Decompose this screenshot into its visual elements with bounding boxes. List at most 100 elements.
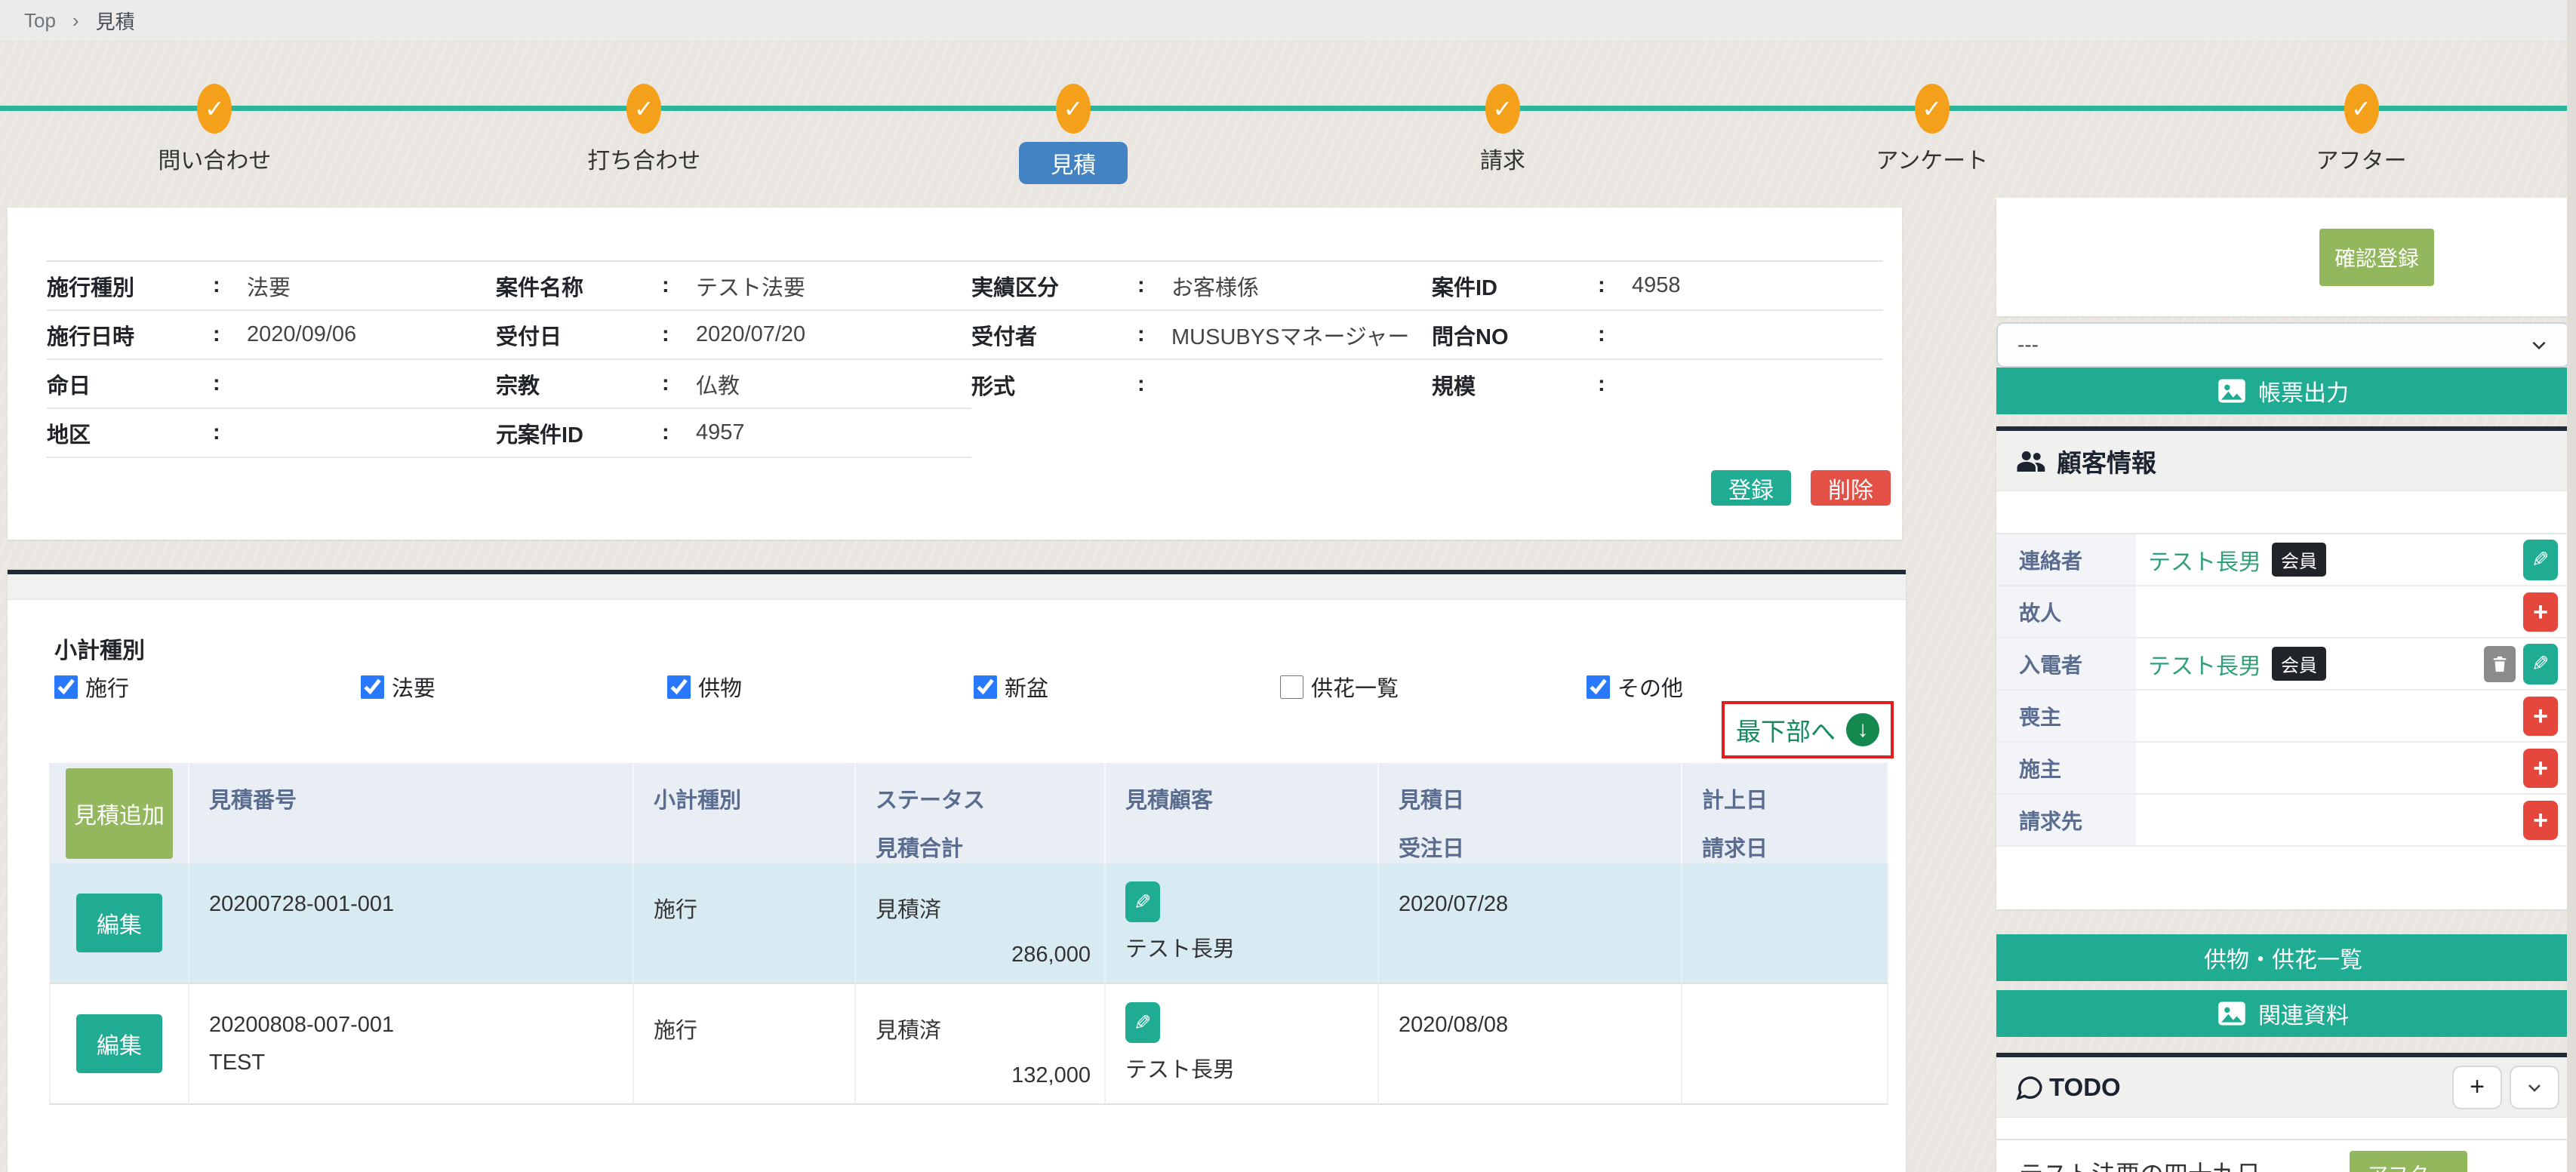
filter-niibon-checkbox[interactable] (974, 675, 997, 699)
subtotal-type-title: 小計種別 (54, 638, 145, 663)
filter-offerings[interactable]: 供物 (667, 671, 974, 703)
after-badge: アフター (2350, 1151, 2467, 1172)
step-label: 問い合わせ (158, 149, 272, 174)
customer-info-panel: 顧客情報 連絡者 テスト長男 会員 故人 + 入電者 (1996, 426, 2570, 909)
related-documents-button[interactable]: 関連資料 (1996, 990, 2570, 1037)
member-badge: 会員 (2272, 647, 2326, 681)
todo-add-button[interactable]: + (2452, 1065, 2502, 1109)
add-patron-button[interactable]: + (2523, 748, 2558, 788)
estimates-panel-header (8, 574, 1906, 600)
filter-label: その他 (1617, 677, 1684, 701)
field-case-id: 案件ID:4958 (1432, 262, 1883, 311)
breadcrumb-current: 見積 (95, 10, 135, 33)
step-meeting[interactable]: 打ち合わせ (429, 42, 859, 204)
customer-row-contact: 連絡者 テスト長男 会員 (1996, 534, 2570, 586)
filter-label: 供花一覧 (1311, 677, 1399, 701)
filter-niibon[interactable]: 新盆 (974, 671, 1280, 703)
check-icon (626, 84, 662, 134)
filter-label: 法要 (392, 677, 436, 701)
customer-cell: テスト長男 (1106, 863, 1379, 984)
filter-houyou-checkbox[interactable] (361, 675, 384, 699)
to-bottom-link[interactable]: 最下部へ (1722, 701, 1894, 758)
picture-icon (2218, 1001, 2245, 1026)
filter-houyou[interactable]: 法要 (361, 671, 667, 703)
add-estimate-button[interactable]: 見積追加 (66, 767, 173, 859)
step-billing[interactable]: 請求 (1288, 42, 1717, 204)
field-case-name: 案件名称: テスト法要 (496, 262, 971, 311)
estimate-number-cell: 20200728-001-001 (189, 863, 634, 984)
edit-estimate-button[interactable]: 編集 (76, 1014, 162, 1073)
filter-offerings-checkbox[interactable] (667, 675, 691, 699)
estimates-panel: 小計種別 施行 法要 供物 新盆 供花一覧 その他 最下部へ ↓ 見積追加 見積… (8, 570, 1906, 1172)
todo-collapse-button[interactable] (2510, 1065, 2559, 1109)
add-deceased-button[interactable]: + (2523, 592, 2558, 632)
chevron-down-icon (2528, 1084, 2541, 1092)
field-district: 地区: (47, 409, 496, 458)
todo-item-text: テスト法要の四十九日 (2019, 1151, 2261, 1172)
todo-item[interactable]: テスト法要の四十九日 アフター (1996, 1139, 2570, 1172)
breadcrumb: Top › 見積 (0, 0, 2576, 42)
estimates-table-header: 見積追加 見積番号 小計種別 ステータス 見積合計 見積顧客 見積日 受注日 計… (49, 763, 1888, 863)
add-billing-button[interactable]: + (2523, 800, 2558, 840)
col-subtotal-type: 小計種別 (634, 763, 856, 863)
edit-estimate-button[interactable]: 編集 (76, 894, 162, 952)
edit-customer-icon-button[interactable] (1125, 881, 1160, 922)
report-output-button[interactable]: 帳票出力 (1996, 368, 2570, 414)
add-mourner-button[interactable]: + (2523, 696, 2558, 736)
field-religion: 宗教: 仏教 (496, 360, 971, 409)
customer-info-header: 顧客情報 (1996, 431, 2570, 491)
filter-label: 新盆 (1005, 677, 1049, 701)
todo-title: TODO (2049, 1072, 2121, 1101)
edit-contact-button[interactable] (2523, 539, 2558, 580)
progress-stepper: 問い合わせ 打ち合わせ 見積 請求 アンケート アフター (0, 42, 2576, 204)
report-type-value: --- (2017, 333, 2039, 356)
filter-label: 供物 (698, 677, 743, 701)
confirm-register-button[interactable]: 確認登録 (2319, 228, 2434, 286)
report-type-select[interactable]: --- (1996, 322, 2570, 368)
offerings-flowers-list-button[interactable]: 供物・供花一覧 (1996, 934, 2570, 981)
record-billing-cell (1682, 863, 1888, 984)
todo-header: TODO + (1996, 1057, 2570, 1118)
field-result-category: 実績区分: お客様係 (971, 262, 1432, 311)
field-origin-case-id: 元案件ID:4957 (496, 409, 971, 458)
field-receptionist: 受付者: MUSUBYSマネージャー (971, 311, 1432, 360)
offerings-flowers-label: 供物・供花一覧 (2204, 948, 2362, 973)
case-info-table: 施行種別: 法要 案件名称: テスト法要 実績区分: お客様係 案件ID:4958 施… (47, 260, 1883, 458)
field-format: 形式: (971, 372, 1145, 399)
check-icon (1914, 84, 1950, 134)
customer-info-title: 顧客情報 (2057, 448, 2156, 477)
edit-customer-icon-button[interactable] (1125, 1002, 1160, 1043)
scrollbar[interactable] (2567, 0, 2576, 1172)
to-bottom-label: 最下部へ (1736, 718, 1836, 746)
step-inquiry[interactable]: 問い合わせ (0, 42, 429, 204)
step-survey[interactable]: アンケート (1717, 42, 2147, 204)
filter-label: 施行 (85, 677, 130, 701)
estimates-table: 見積追加 見積番号 小計種別 ステータス 見積合計 見積顧客 見積日 受注日 計… (49, 763, 1888, 1105)
register-button[interactable]: 登録 (1711, 470, 1791, 506)
check-icon (1056, 84, 1091, 134)
filter-flower-list-checkbox[interactable] (1280, 675, 1303, 699)
step-estimate-active[interactable]: 見積 (859, 42, 1288, 204)
col-record-billing-date: 計上日 請求日 (1682, 763, 1888, 863)
estimate-date-cell: 2020/08/08 (1379, 984, 1682, 1105)
report-output-label: 帳票出力 (2258, 381, 2349, 406)
delete-caller-button[interactable] (2484, 645, 2516, 682)
edit-caller-button[interactable] (2523, 643, 2558, 684)
filter-other[interactable]: その他 (1587, 671, 1893, 703)
filter-ceremony[interactable]: 施行 (54, 671, 361, 703)
col-estimate-customer: 見積顧客 (1106, 763, 1379, 863)
customer-name: テスト長男 (1125, 937, 1236, 961)
col-estimate-number: 見積番号 (189, 763, 634, 863)
confirm-panel: 確認登録 (1996, 198, 2570, 316)
delete-button[interactable]: 削除 (1811, 470, 1891, 506)
field-inquiry-no: 問合NO: (1432, 311, 1883, 360)
filter-flower-list[interactable]: 供花一覧 (1280, 671, 1587, 703)
step-after[interactable]: アフター (2147, 42, 2576, 204)
step-label: 請求 (1479, 149, 1525, 174)
filter-ceremony-checkbox[interactable] (54, 675, 78, 699)
trash-icon (2493, 656, 2507, 672)
filter-other-checkbox[interactable] (1587, 675, 1610, 699)
estimate-number-cell: 20200808-007-001 TEST (189, 984, 634, 1105)
breadcrumb-top-link[interactable]: Top (24, 9, 56, 32)
check-icon (1485, 84, 1520, 134)
